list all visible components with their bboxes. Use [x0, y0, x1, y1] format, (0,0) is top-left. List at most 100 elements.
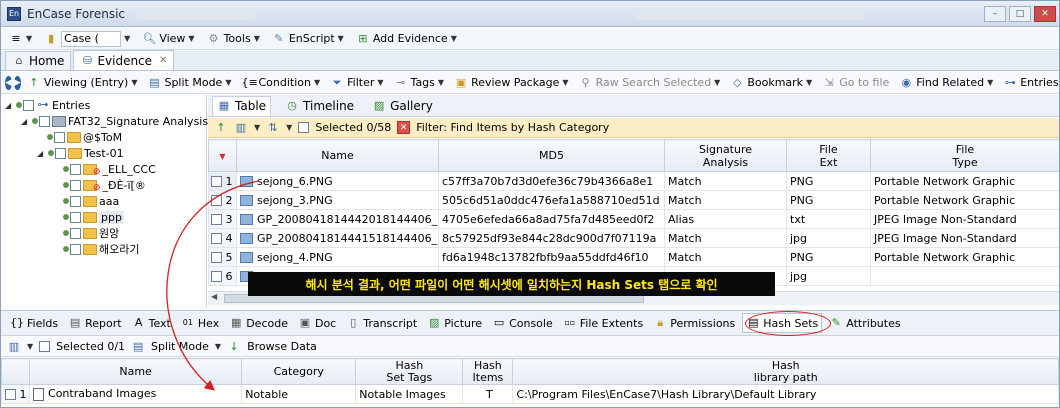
tree-item-entries[interactable]: ◢ ⊶ Entries	[5, 97, 90, 113]
row-number-cell[interactable]: 3	[208, 209, 237, 229]
go-to-file-button[interactable]: ⇲ Go to file	[818, 76, 893, 90]
browse-data-button[interactable]: Browse Data	[247, 340, 317, 353]
minimize-button[interactable]: –	[984, 5, 1006, 22]
column-header-name[interactable]: Name	[236, 139, 439, 172]
tree-checkbox[interactable]	[70, 243, 81, 255]
back-icon[interactable]: ◀	[5, 75, 12, 90]
tree-item-fat32[interactable]: ◢ FAT32_Signature Analysis	[21, 113, 208, 129]
maximize-button[interactable]: □	[1009, 5, 1031, 22]
raw-search-selected-dropdown[interactable]: ⚲ Raw Search Selected ▼	[575, 76, 725, 90]
filter-dropdown[interactable]: ⏷ Filter ▼	[326, 76, 387, 90]
chevron-down-icon[interactable]: ▼	[27, 342, 33, 351]
tree-checkbox[interactable]	[39, 115, 50, 127]
close-tab-icon[interactable]: ✕	[159, 55, 167, 66]
column-header-rownum[interactable]: ▼	[208, 139, 237, 172]
forward-icon[interactable]: ▶	[13, 75, 21, 90]
condition-dropdown[interactable]: {≡ Condition ▼	[237, 76, 324, 90]
table-row[interactable]: 5 sejong_4.PNG fd6a1948c13782fbfb9aa55dd…	[208, 247, 1059, 267]
row-checkbox[interactable]	[211, 233, 222, 244]
up-arrow-icon[interactable]: ↑	[214, 121, 228, 135]
tab-file-extents[interactable]: ▫▫ File Extents	[560, 313, 646, 333]
tree-checkbox[interactable]	[54, 131, 65, 143]
split-mode-dropdown[interactable]: ▤ Split Mode ▼	[143, 76, 235, 90]
row-checkbox[interactable]	[211, 176, 222, 187]
tab-decode[interactable]: ▦ Decode	[226, 313, 291, 333]
tab-text[interactable]: A Text	[129, 313, 174, 333]
tools-menu[interactable]: ⚙ Tools ▼	[203, 30, 264, 48]
column-header-category[interactable]: Category	[241, 358, 357, 385]
tags-dropdown[interactable]: ⊸ Tags ▼	[390, 76, 449, 90]
tree-checkbox[interactable]	[70, 195, 81, 207]
chevron-down-icon[interactable]: ▼	[215, 342, 221, 351]
column-header-name[interactable]: Name	[29, 358, 243, 385]
tree-checkbox[interactable]	[70, 227, 81, 239]
select-all-checkbox[interactable]	[39, 341, 51, 352]
row-number-cell[interactable]: 6	[208, 266, 237, 286]
tree-item-stom[interactable]: @$ToM	[47, 129, 122, 145]
tab-picture[interactable]: ▨ Picture	[424, 313, 485, 333]
row-checkbox[interactable]	[211, 252, 222, 263]
tree-item-wonang[interactable]: 원앙	[63, 225, 119, 241]
row-checkbox[interactable]	[211, 271, 222, 282]
tab-permissions[interactable]: 🔒︎ Permissions	[650, 313, 738, 333]
tree-item-test01[interactable]: ◢ Test-01	[37, 145, 124, 161]
column-header-type[interactable]: File Type	[870, 139, 1059, 172]
table-row[interactable]: 1 sejong_6.PNG c57ff3a70b7d3d0efe36c79b4…	[208, 171, 1059, 191]
enscript-menu[interactable]: ✎ EnScript ▼	[268, 30, 348, 48]
review-package-dropdown[interactable]: ▣ Review Package ▼	[450, 76, 573, 90]
tab-attributes[interactable]: ✎ Attributes	[826, 313, 903, 333]
tab-evidence[interactable]: ⛁ Evidence ✕	[73, 50, 175, 70]
row-number-cell[interactable]: 5	[208, 247, 237, 267]
select-all-checkbox[interactable]	[298, 122, 310, 133]
table-row[interactable]: 4 GP_20080418144415181444​06_13.jpg 8c57…	[208, 228, 1059, 248]
tab-fields[interactable]: {} Fields	[7, 313, 61, 333]
scroll-left-icon[interactable]: ◀	[211, 292, 217, 301]
tree-item-ppp[interactable]: ppp	[63, 209, 124, 225]
tree-item-ell-ccc[interactable]: ⊘ _ELL_CCC	[63, 161, 156, 177]
column-header-ext[interactable]: File Ext	[786, 139, 871, 172]
row-number-cell[interactable]: 1	[208, 171, 237, 191]
row-checkbox[interactable]	[211, 214, 222, 225]
view-menu[interactable]: 🔍︎ View ▼	[138, 30, 198, 48]
column-header-md5[interactable]: MD5	[438, 139, 665, 172]
row-number-cell[interactable]: 2	[208, 190, 237, 210]
tree-checkbox[interactable]	[23, 99, 34, 111]
app-menu-button[interactable]: ≡ ▼	[5, 30, 36, 48]
tab-hex[interactable]: 01 Hex	[178, 313, 222, 333]
tree-checkbox[interactable]	[70, 179, 81, 191]
entries-dropdown[interactable]: ⊶Entries▼	[999, 76, 1059, 90]
tree-checkbox[interactable]	[70, 211, 81, 223]
tree-checkbox[interactable]	[55, 147, 66, 159]
columns-icon[interactable]: ▥	[234, 121, 248, 135]
tab-timeline[interactable]: ◷ Timeline	[281, 96, 358, 116]
tab-gallery[interactable]: ▨ Gallery	[368, 96, 437, 116]
tree-item-garbled[interactable]: ⊘ _ĐÈ-ï[®	[63, 177, 146, 193]
chevron-down-icon[interactable]: ▼	[254, 123, 260, 132]
row-number-cell[interactable]: 4	[208, 228, 237, 248]
column-header-hash-items[interactable]: Hash Items	[462, 358, 514, 385]
viewing-dropdown[interactable]: ↑ Viewing (Entry) ▼	[23, 76, 142, 90]
tree-item-aaa[interactable]: aaa	[63, 193, 119, 209]
row-number-cell[interactable]: 1	[1, 384, 31, 404]
down-arrow-icon[interactable]: ↓	[227, 340, 241, 354]
tree-item-haeoragi[interactable]: 해오라기	[63, 241, 139, 257]
split-mode-icon[interactable]: ▤	[131, 340, 145, 354]
remove-filter-icon[interactable]: ✕	[397, 121, 411, 134]
tab-table[interactable]: ▦ Table	[212, 95, 272, 116]
hash-split-mode-label[interactable]: Split Mode	[151, 340, 209, 353]
tab-doc[interactable]: ▣ Doc	[295, 313, 339, 333]
sort-icon[interactable]: ⇅	[266, 121, 280, 135]
table-row[interactable]: 3 GP_20080418144420181444​06_19.txt 4705…	[208, 209, 1059, 229]
bookmark-dropdown[interactable]: ◇ Bookmark ▼	[726, 76, 816, 90]
table-row[interactable]: 2 sejong_3.PNG 505c6d51a0ddc476efa1a5887…	[208, 190, 1059, 210]
tab-transcript[interactable]: ▯ Transcript	[343, 313, 420, 333]
expand-icon[interactable]: ◢	[5, 101, 14, 110]
tab-report[interactable]: ▤ Report	[65, 313, 124, 333]
table-row[interactable]: 1 Contraband Images Notable Notable Imag…	[1, 384, 1059, 404]
tree-checkbox[interactable]	[70, 163, 81, 175]
find-related-dropdown[interactable]: ◉ Find Related ▼	[895, 76, 997, 90]
columns-icon[interactable]: ▥	[7, 340, 21, 354]
column-header-rownum[interactable]	[1, 358, 31, 385]
chevron-down-icon[interactable]: ▼	[286, 123, 292, 132]
expand-icon[interactable]: ◢	[21, 117, 30, 126]
